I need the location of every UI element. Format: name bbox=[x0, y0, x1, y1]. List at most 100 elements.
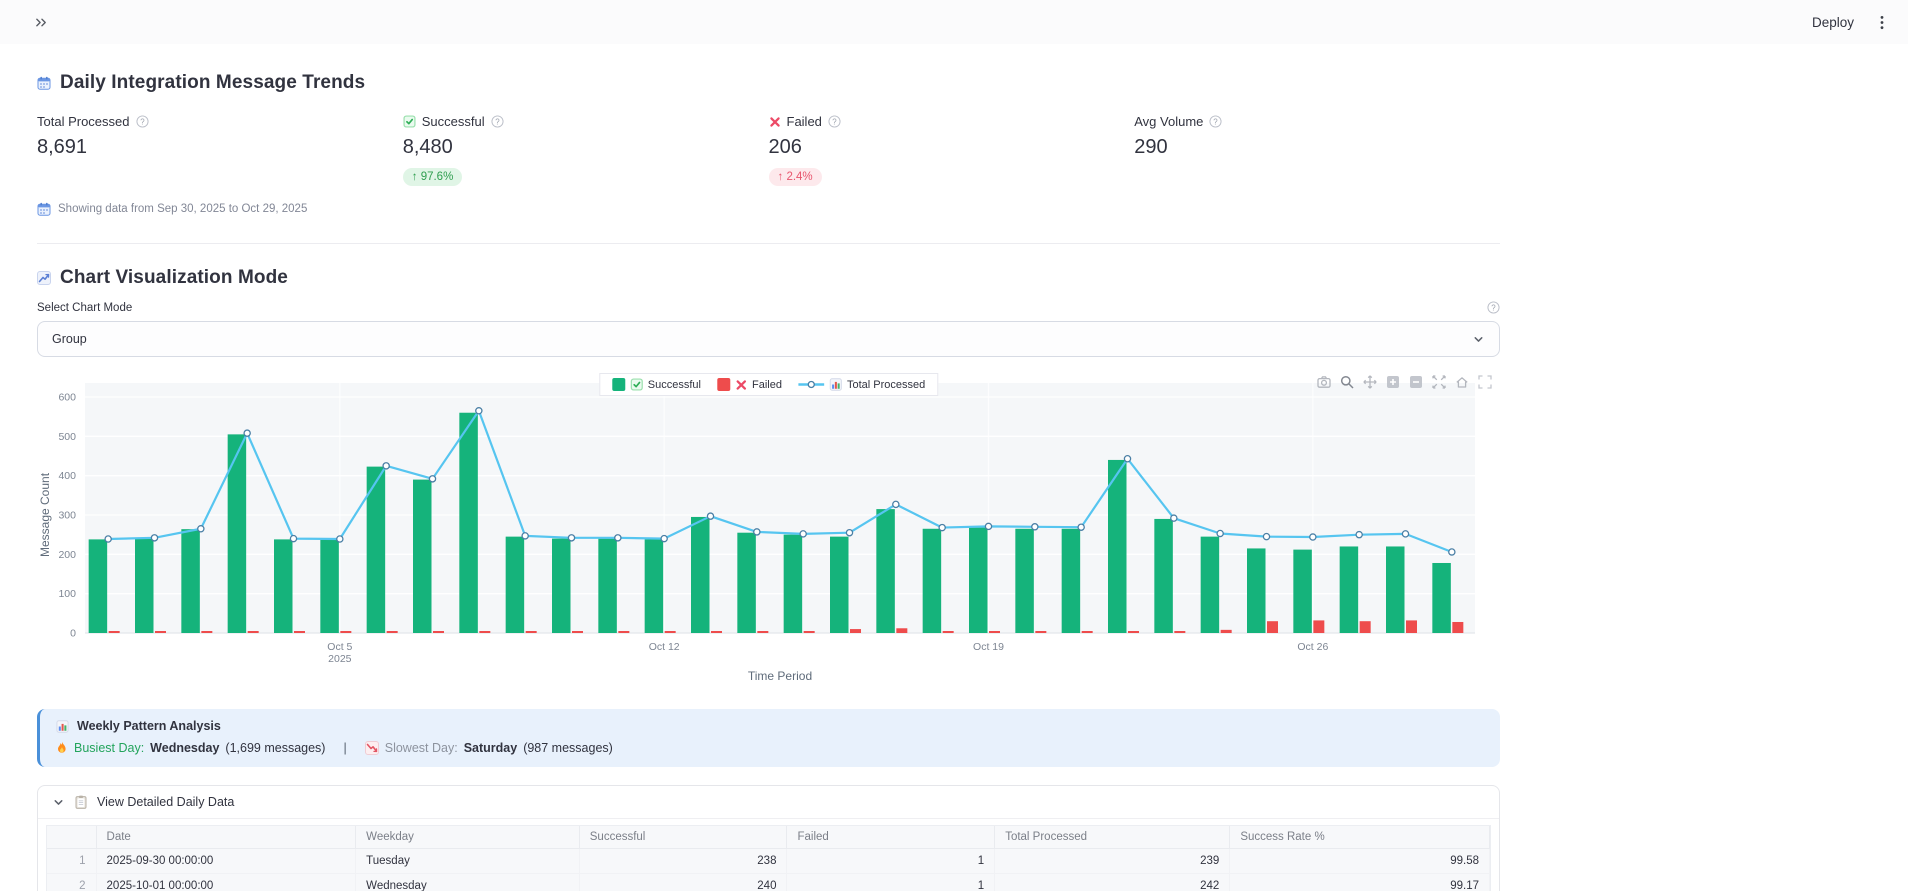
bar-chart-emoji bbox=[56, 720, 69, 733]
deploy-button[interactable]: Deploy bbox=[1806, 14, 1860, 31]
column-header-date[interactable]: Date bbox=[96, 826, 356, 849]
clipboard-emoji bbox=[75, 795, 87, 809]
y-tick-label: 600 bbox=[58, 392, 76, 404]
line-marker-icon bbox=[798, 379, 824, 390]
column-header-successful[interactable]: Successful bbox=[579, 826, 787, 849]
table-cell: Wednesday bbox=[356, 874, 580, 891]
chart-canvas[interactable]: 0100200300400500600Oct 52025Oct 12Oct 19… bbox=[37, 371, 1500, 689]
zoom-out-icon[interactable] bbox=[1409, 375, 1423, 389]
separator: | bbox=[343, 741, 346, 755]
bar-successful bbox=[181, 529, 200, 633]
line-marker bbox=[151, 535, 157, 541]
line-marker bbox=[893, 501, 899, 507]
metric-label-text: Successful bbox=[422, 114, 485, 129]
expander-header[interactable]: View Detailed Daily Data bbox=[38, 786, 1499, 819]
slowest-day-label: Slowest Day: bbox=[385, 741, 458, 755]
autoscale-icon[interactable] bbox=[1432, 375, 1446, 389]
metric-help-icon[interactable]: ? bbox=[491, 115, 504, 128]
bar-successful bbox=[506, 537, 524, 633]
metric-help-icon[interactable]: ? bbox=[136, 115, 149, 128]
weekly-pattern-infobox: Weekly Pattern Analysis Busiest Day: Wed… bbox=[37, 709, 1500, 767]
metric-value: 8,691 bbox=[37, 136, 403, 159]
bar-successful bbox=[645, 539, 664, 633]
zoom-in-icon[interactable] bbox=[1386, 375, 1400, 389]
line-marker bbox=[476, 408, 482, 414]
bar-failed bbox=[850, 629, 861, 633]
cross-emoji bbox=[735, 379, 747, 391]
daily-data-table: DateWeekdaySuccessfulFailedTotal Process… bbox=[47, 826, 1490, 891]
y-tick-label: 300 bbox=[58, 510, 76, 522]
bar-failed bbox=[989, 631, 1000, 633]
x-tick-label: Oct 19 bbox=[973, 641, 1004, 653]
legend-swatch bbox=[612, 378, 625, 391]
column-header-weekday[interactable]: Weekday bbox=[356, 826, 580, 849]
chart-section-title-text: Chart Visualization Mode bbox=[60, 267, 288, 289]
y-tick-label: 100 bbox=[58, 588, 76, 600]
bar-successful bbox=[1015, 529, 1033, 633]
line-marker bbox=[337, 536, 343, 542]
x-tick-label: Oct 26 bbox=[1297, 641, 1328, 653]
table-cell: 1 bbox=[787, 874, 995, 891]
table-cell: 2025-10-01 00:00:00 bbox=[96, 874, 356, 891]
zoom-icon[interactable] bbox=[1340, 375, 1354, 389]
select-label-row: Select Chart Mode ? bbox=[37, 301, 1500, 314]
bar-failed bbox=[294, 631, 305, 633]
bar-failed bbox=[804, 631, 815, 633]
chart-mode-select[interactable]: Group bbox=[37, 321, 1500, 357]
legend-item-successful[interactable]: Successful bbox=[612, 378, 701, 391]
legend-label: Total Processed bbox=[847, 379, 925, 391]
main-menu-button[interactable] bbox=[1876, 11, 1888, 34]
slowest-day-detail: (987 messages) bbox=[523, 741, 613, 755]
table-cell: 99.58 bbox=[1230, 849, 1490, 874]
line-marker bbox=[1078, 524, 1084, 530]
line-marker bbox=[522, 533, 528, 539]
metric-value: 8,480 bbox=[403, 136, 769, 159]
legend-label: Failed bbox=[752, 379, 782, 391]
reset-axes-icon[interactable] bbox=[1455, 375, 1469, 389]
fullscreen-icon[interactable] bbox=[1478, 375, 1492, 389]
fire-emoji bbox=[56, 741, 68, 755]
line-marker bbox=[1356, 532, 1362, 538]
line-marker bbox=[1263, 534, 1269, 540]
x-tick-label: Oct 5 bbox=[327, 641, 352, 653]
table-header-row: DateWeekdaySuccessfulFailedTotal Process… bbox=[47, 826, 1490, 849]
pan-icon[interactable] bbox=[1363, 375, 1377, 389]
line-marker bbox=[290, 536, 296, 542]
line-marker bbox=[1032, 524, 1038, 530]
date-range-text: Showing data from Sep 30, 2025 to Oct 29… bbox=[58, 203, 307, 215]
bar-failed bbox=[665, 631, 676, 633]
table-cell: 2025-09-30 00:00:00 bbox=[96, 849, 356, 874]
bar-successful bbox=[784, 535, 803, 633]
bar-successful bbox=[1340, 546, 1359, 633]
legend-item-failed[interactable]: Failed bbox=[717, 378, 782, 391]
app-header: Deploy bbox=[0, 0, 1908, 44]
check-emoji bbox=[403, 115, 416, 128]
line-marker bbox=[615, 535, 621, 541]
bar-failed bbox=[1035, 631, 1046, 633]
bar-successful bbox=[89, 539, 108, 633]
x-tick-label: Oct 12 bbox=[649, 641, 680, 653]
bar-failed bbox=[757, 631, 768, 633]
metric-help-icon[interactable]: ? bbox=[828, 115, 841, 128]
column-header-success-rate-[interactable]: Success Rate % bbox=[1230, 826, 1490, 849]
sidebar-expand-button[interactable] bbox=[30, 12, 53, 33]
bar-chart-emoji bbox=[829, 378, 842, 391]
column-header-index[interactable] bbox=[47, 826, 96, 849]
camera-icon[interactable] bbox=[1317, 375, 1331, 389]
legend-item-total-processed[interactable]: Total Processed bbox=[798, 378, 925, 391]
column-header-total-processed[interactable]: Total Processed bbox=[995, 826, 1230, 849]
column-header-failed[interactable]: Failed bbox=[787, 826, 995, 849]
chart-mode-selected-value: Group bbox=[52, 332, 87, 346]
dataframe: DateWeekdaySuccessfulFailedTotal Process… bbox=[46, 825, 1491, 891]
table-row: 12025-09-30 00:00:00Tuesday238123999.58 bbox=[47, 849, 1490, 874]
y-tick-label: 200 bbox=[58, 549, 76, 561]
bar-successful bbox=[1154, 519, 1173, 633]
line-marker bbox=[1310, 534, 1316, 540]
metric-help-icon[interactable]: ? bbox=[1209, 115, 1222, 128]
bar-successful bbox=[1108, 460, 1127, 633]
bar-successful bbox=[1432, 563, 1451, 633]
bar-successful bbox=[598, 539, 617, 633]
select-help-icon[interactable]: ? bbox=[1487, 301, 1500, 314]
line-marker bbox=[1217, 530, 1223, 536]
line-marker bbox=[1171, 515, 1177, 521]
